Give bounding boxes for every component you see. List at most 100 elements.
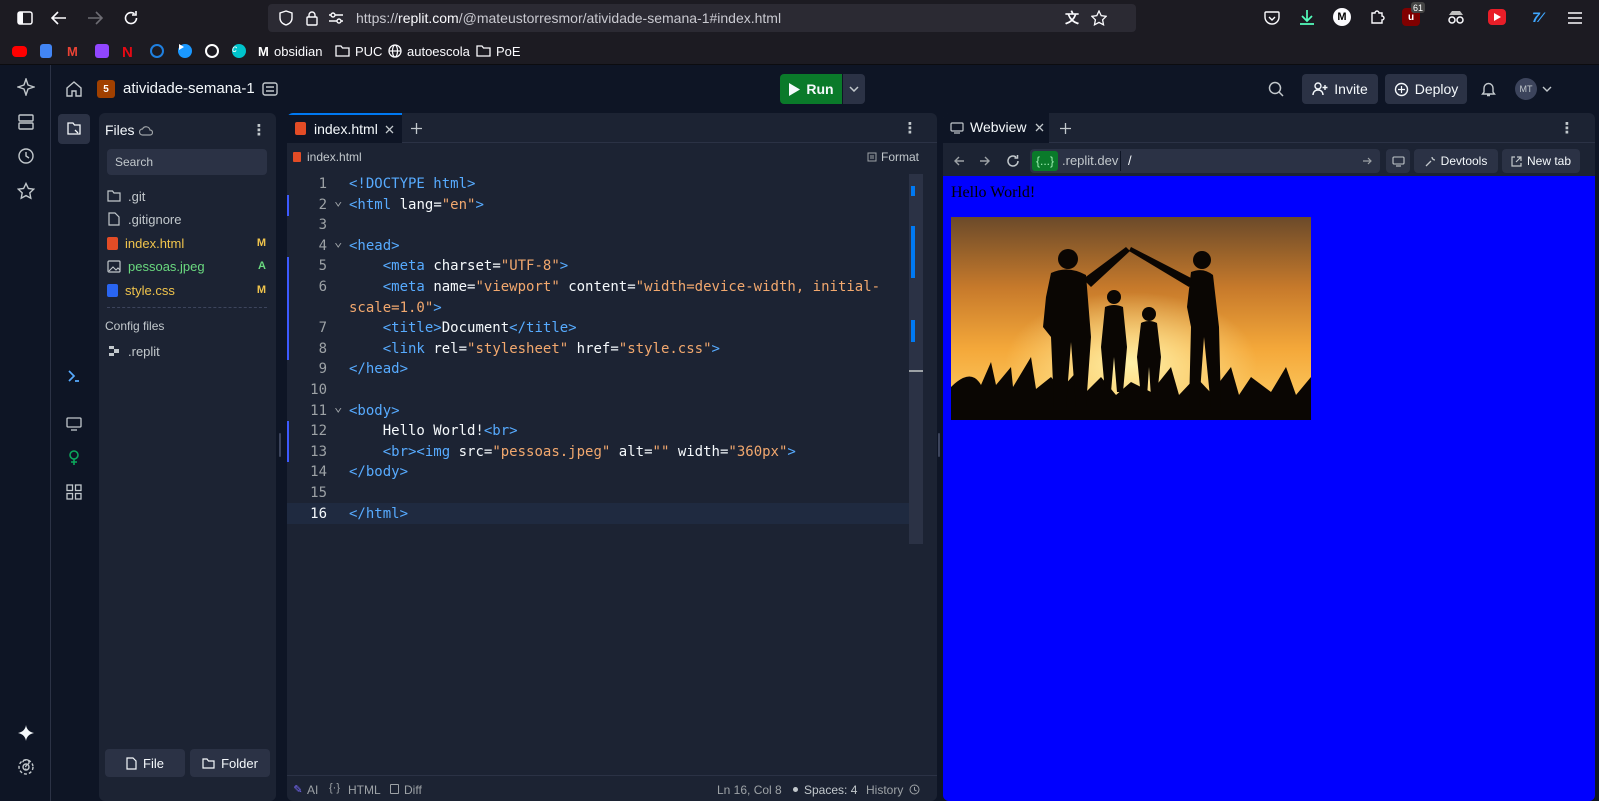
star-icon[interactable] (1090, 9, 1108, 27)
translate-icon[interactable]: 文 (1063, 9, 1081, 27)
code-line[interactable]: 11 ⌄ <body> (287, 399, 907, 422)
code-area[interactable]: 1 <!DOCTYPE html> 2 ⌄ <html lang="en"> 3 4 ⌄ <he… (287, 174, 909, 544)
back-icon[interactable] (952, 154, 966, 168)
code-line[interactable]: 10 (287, 380, 907, 401)
code-line[interactable]: scale=1.0"> (287, 298, 907, 319)
status-diff[interactable]: Diff (404, 783, 422, 797)
pocket-icon[interactable] (1263, 9, 1281, 27)
git-tool-icon[interactable] (63, 447, 85, 469)
home-icon[interactable] (65, 80, 83, 98)
forward-icon[interactable] (86, 9, 104, 27)
code-line[interactable]: 13 <br><img src="pessoas.jpeg" alt="" wi… (287, 442, 907, 463)
new-file-button[interactable]: File (105, 749, 185, 777)
clock-icon[interactable] (16, 146, 36, 166)
code-line[interactable]: 8 <link rel="stylesheet" href="style.css… (287, 339, 907, 360)
bookmark-obsidian[interactable]: Mobsidian (258, 42, 322, 60)
back-icon[interactable] (50, 9, 68, 27)
add-tab-icon[interactable] (409, 121, 423, 135)
code-line[interactable]: 3 (287, 215, 907, 236)
editor-scrollbar[interactable] (909, 174, 923, 544)
reload-icon[interactable] (1005, 153, 1021, 169)
settings-icon[interactable] (16, 757, 36, 777)
bookmark-puc[interactable]: PUC (335, 42, 382, 60)
deploy-tool-icon[interactable] (63, 365, 85, 387)
devtools-button[interactable]: Devtools (1414, 149, 1498, 173)
device-button[interactable] (1386, 149, 1410, 173)
run-button[interactable]: Run (780, 74, 842, 104)
bookmark-poe[interactable]: PoE (476, 42, 521, 60)
lock-icon[interactable] (304, 10, 320, 26)
search-input[interactable]: Search (107, 149, 267, 175)
code-line[interactable]: 1 <!DOCTYPE html> (287, 174, 907, 195)
star-icon[interactable] (16, 181, 36, 201)
code-line[interactable]: 5 <meta charset="UTF-8"> (287, 256, 907, 277)
bookmark-youtube[interactable] (12, 42, 27, 60)
breadcrumb[interactable]: index.html (307, 150, 362, 164)
fold-chevron-icon[interactable]: ⌄ (334, 397, 342, 418)
reload-icon[interactable] (122, 9, 140, 27)
database-icon[interactable] (16, 112, 36, 132)
bell-icon[interactable] (1479, 80, 1497, 98)
bookmark-disney[interactable] (150, 42, 164, 60)
status-history[interactable]: History (866, 783, 903, 797)
bookmark-netflix[interactable]: N (122, 42, 136, 61)
file-row-pessoas[interactable]: pessoas.jpeg A (105, 255, 270, 277)
webview-address-bar[interactable]: {...} .replit.dev / (1030, 149, 1380, 173)
new-tab-button[interactable]: New tab (1502, 149, 1580, 173)
puzzle-icon[interactable] (1368, 8, 1386, 26)
invite-button[interactable]: Invite (1302, 74, 1378, 104)
file-row-index-html[interactable]: index.html M (105, 232, 270, 254)
add-tab-icon[interactable] (1058, 121, 1072, 135)
menu-icon[interactable] (1566, 9, 1584, 27)
fold-chevron-icon[interactable]: ⌄ (334, 232, 342, 253)
code-line[interactable]: 9 </head> (287, 359, 907, 380)
sidebar-toggle-icon[interactable] (16, 9, 34, 27)
kebab-menu-icon[interactable]: ⋮ (903, 120, 918, 137)
yt-ext-icon[interactable] (1488, 9, 1506, 25)
code-line[interactable]: 2 ⌄ <html lang="en"> (287, 193, 907, 216)
url-text[interactable]: https://replit.com/@mateustorresmor/ativ… (356, 10, 781, 26)
translate-ext-icon[interactable]: 7⁄ (1527, 8, 1547, 26)
code-line[interactable]: 7 <title>Document</title> (287, 318, 907, 339)
status-spaces[interactable]: Spaces: 4 (804, 783, 857, 797)
file-row-git[interactable]: .git (105, 185, 270, 207)
close-icon[interactable] (1033, 121, 1045, 133)
all-tools-icon[interactable] (63, 481, 85, 503)
run-options-button[interactable] (843, 74, 865, 104)
kebab-menu-icon[interactable]: ⋮ (251, 122, 267, 139)
chevron-down-icon[interactable] (1542, 84, 1552, 94)
pane-resize-handle[interactable] (938, 433, 940, 457)
bookmark-gmail[interactable]: M (67, 42, 81, 60)
pane-resize-handle[interactable] (279, 433, 281, 457)
webview-content[interactable]: Hello World! (943, 176, 1595, 801)
file-row-replit[interactable]: .replit (105, 340, 270, 362)
status-lang[interactable]: HTML (348, 783, 381, 797)
spy-icon[interactable] (1447, 8, 1465, 26)
console-tool-icon[interactable] (63, 413, 85, 435)
code-line[interactable]: 12 Hello World!<br> (287, 421, 907, 442)
shield-icon[interactable] (278, 10, 294, 26)
code-line[interactable]: 15 (287, 483, 907, 504)
deploy-button[interactable]: Deploy (1385, 74, 1467, 104)
medium-ext-icon[interactable]: M (1333, 8, 1351, 26)
fold-chevron-icon[interactable]: ⌄ (334, 191, 342, 212)
status-ai[interactable]: AI (307, 783, 318, 797)
repl-info-icon[interactable] (261, 80, 279, 98)
files-tool-icon[interactable] (58, 114, 90, 144)
file-row-gitignore[interactable]: .gitignore (105, 208, 270, 230)
close-icon[interactable] (383, 123, 395, 135)
repl-name[interactable]: atividade-semana-1 (123, 80, 255, 97)
file-row-style-css[interactable]: style.css M (105, 279, 270, 301)
new-folder-button[interactable]: Folder (190, 749, 270, 777)
search-icon[interactable] (1267, 80, 1285, 98)
sparkle-icon[interactable] (16, 723, 36, 743)
avatar[interactable]: MT (1515, 78, 1537, 100)
bookmark-prime[interactable] (178, 42, 192, 60)
format-button[interactable]: Format (881, 150, 919, 164)
bookmark-twitch[interactable] (95, 42, 109, 60)
agent-icon[interactable] (16, 77, 36, 97)
code-line[interactable]: 6 <meta name="viewport" content="width=d… (287, 277, 907, 298)
tab-index-html[interactable]: index.html (287, 113, 402, 143)
bookmark-autoescola[interactable]: autoescola (388, 42, 470, 60)
kebab-menu-icon[interactable]: ⋮ (1560, 120, 1575, 137)
